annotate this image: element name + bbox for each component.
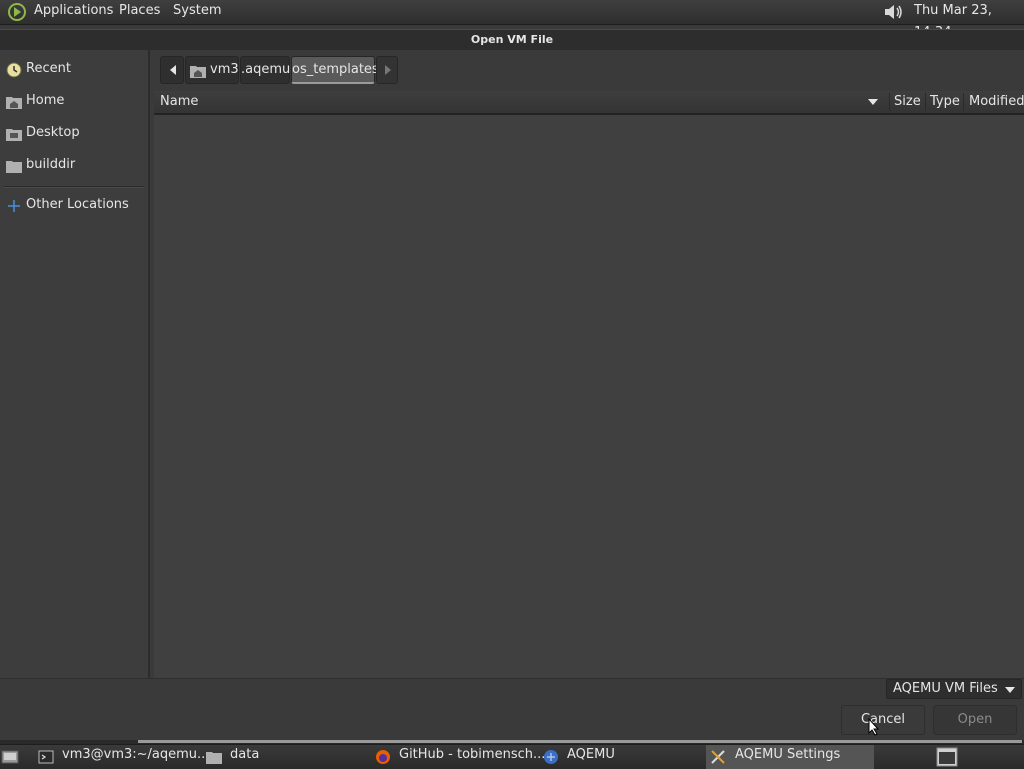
applications-menu[interactable]: Applications [34,0,113,24]
chevron-left-icon [170,65,176,75]
file-filter-value: AQEMU VM Files [893,681,998,696]
task-label: vm3@vm3:~/aqemu... [62,747,210,762]
folder-icon [206,752,222,764]
sidebar-item-other-locations[interactable]: Other Locations [0,192,148,220]
recent-icon [6,62,22,78]
home-folder-icon [190,66,206,78]
workspace-switcher-icon[interactable] [936,747,958,767]
task-terminal[interactable]: vm3@vm3:~/aqemu... [38,745,209,769]
sidebar-item-label: Other Locations [26,197,129,212]
path-segment-label: os_templates [292,62,379,77]
column-size[interactable]: Size [894,91,921,113]
firefox-icon [376,750,390,764]
path-back-button[interactable] [160,56,184,84]
settings-tools-icon [711,750,725,764]
path-segment-label: vm3 [210,62,239,77]
task-label: GitHub - tobimensch... [399,747,546,762]
sidebar-item-desktop[interactable]: Desktop [0,120,148,148]
path-segment-os-templates[interactable]: os_templates [291,56,379,84]
sidebar-item-label: Recent [26,61,71,76]
places-sidebar: Recent Home Desktop builddir Other Locat… [0,50,150,678]
sidebar-item-home[interactable]: Home [0,88,148,116]
terminal-icon [38,750,54,764]
sidebar-item-builddir[interactable]: builddir [0,152,148,180]
task-aqemu[interactable]: AQEMU [543,745,693,769]
sidebar-item-label: builddir [26,157,76,172]
file-filter-dropdown[interactable]: AQEMU VM Files [886,679,1022,699]
chevron-right-icon [385,65,391,75]
task-firefox[interactable]: GitHub - tobimensch... [375,745,545,769]
task-aqemu-settings[interactable]: AQEMU Settings [706,745,874,769]
chevron-down-icon [1005,687,1015,693]
column-name[interactable]: Name [160,91,198,113]
volume-icon[interactable] [882,2,904,22]
show-desktop-icon[interactable] [0,747,20,767]
path-segment-vm3[interactable]: vm3 [185,56,239,84]
panel-clock[interactable]: Thu Mar 23, 14:34 [914,0,1024,40]
column-modified[interactable]: Modified [969,91,1024,113]
open-button[interactable]: Open [933,705,1017,735]
path-forward-button[interactable] [376,56,398,84]
cancel-button[interactable]: Cancel [841,705,925,735]
file-list[interactable] [154,115,1024,678]
path-segment-aqemu[interactable]: .aqemu [240,56,290,84]
distro-logo-icon[interactable] [7,2,27,22]
path-segment-label: .aqemu [241,62,291,77]
column-separator [925,93,926,111]
plus-icon [8,200,20,212]
sidebar-item-recent[interactable]: Recent [0,56,148,84]
mouse-pointer-icon [868,718,880,736]
task-data-folder[interactable]: data [206,745,356,769]
bottom-taskbar: vm3@vm3:~/aqemu... data GitHub - tobimen… [0,744,1024,769]
system-menu[interactable]: System [173,0,221,24]
strip-highlight [138,740,1022,743]
folder-icon [6,161,22,173]
dialog-title: Open VM File [0,29,1024,50]
home-folder-icon [6,97,22,109]
places-menu[interactable]: Places [119,0,160,24]
task-label: AQEMU [567,747,615,762]
sidebar-item-label: Home [26,93,65,108]
sidebar-item-label: Desktop [26,125,80,140]
file-list-header: Name Size Type Modified [154,91,1024,115]
aqemu-icon [544,750,558,764]
sort-descending-icon[interactable] [868,99,878,105]
top-panel: Applications Places System Thu Mar 23, 1… [0,0,1024,40]
task-label: AQEMU Settings [735,747,841,762]
task-label: data [230,747,260,762]
desktop-folder-icon [6,129,22,141]
sidebar-divider [4,186,144,188]
column-separator [963,93,964,111]
column-separator [889,93,890,111]
column-type[interactable]: Type [930,91,960,113]
file-browser: vm3 .aqemu os_templates Name Size Type M… [152,50,1024,678]
